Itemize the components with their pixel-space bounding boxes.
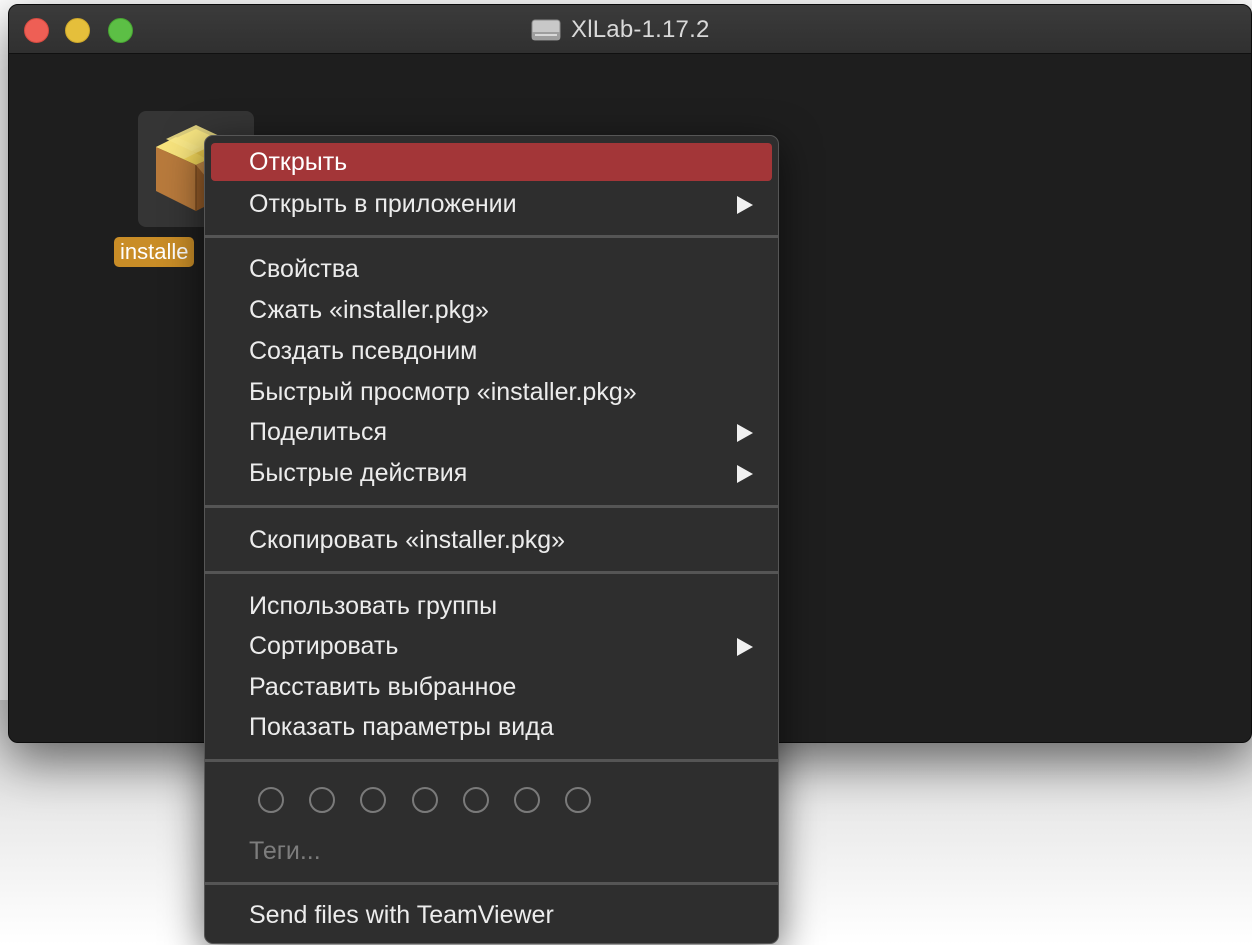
menu-item-label: Быстрые действия [249, 459, 468, 487]
menu-item-label: Скопировать «installer.pkg» [249, 526, 566, 554]
context-menu: Открыть Открыть в приложении Свойства Сж… [204, 135, 779, 944]
submenu-arrow-icon [737, 638, 753, 656]
menu-separator [205, 882, 778, 885]
menu-item-label: Создать псевдоним [249, 337, 478, 365]
menu-item-get-info[interactable]: Свойства [211, 250, 772, 288]
close-button[interactable] [24, 18, 49, 43]
window-title-group: XlLab-1.17.2 [531, 16, 710, 44]
menu-item-teamviewer[interactable]: Send files with TeamViewer [211, 896, 772, 934]
menu-item-copy[interactable]: Скопировать «installer.pkg» [211, 521, 772, 559]
menu-separator [205, 571, 778, 574]
menu-item-label: Открыть в приложении [249, 190, 517, 218]
menu-item-label: Открыть [249, 148, 348, 176]
menu-item-label: Сжать «installer.pkg» [249, 296, 489, 324]
file-name-label[interactable]: installe [114, 237, 195, 267]
minimize-button[interactable] [65, 18, 90, 43]
menu-separator [205, 759, 778, 762]
disk-image-icon [531, 19, 561, 41]
tag-color-dot[interactable] [258, 787, 284, 813]
menu-item-quick-actions[interactable]: Быстрые действия [211, 454, 772, 492]
menu-item-label: Сортировать [249, 632, 399, 660]
menu-item-label: Свойства [249, 255, 359, 283]
menu-item-make-alias[interactable]: Создать псевдоним [211, 332, 772, 370]
menu-item-label: Быстрый просмотр «installer.pkg» [249, 378, 637, 406]
tag-color-dot[interactable] [514, 787, 540, 813]
menu-item-label: Использовать группы [249, 592, 498, 620]
menu-item-open-with[interactable]: Открыть в приложении [211, 185, 772, 223]
menu-item-tags[interactable]: Теги... [249, 832, 321, 870]
maximize-button[interactable] [108, 18, 133, 43]
submenu-arrow-icon [737, 465, 753, 483]
title-bar[interactable]: XlLab-1.17.2 [9, 5, 1251, 54]
menu-item-label: Показать параметры вида [249, 713, 554, 741]
submenu-arrow-icon [737, 196, 753, 214]
tag-color-dot[interactable] [463, 787, 489, 813]
menu-item-clean-up-selection[interactable]: Расставить выбранное [211, 668, 772, 706]
window-title: XlLab-1.17.2 [571, 16, 710, 43]
tag-color-dot[interactable] [412, 787, 438, 813]
tag-color-dot[interactable] [360, 787, 386, 813]
menu-item-compress[interactable]: Сжать «installer.pkg» [211, 291, 772, 329]
menu-separator [205, 235, 778, 238]
menu-item-open[interactable]: Открыть [211, 143, 772, 181]
menu-item-quick-look[interactable]: Быстрый просмотр «installer.pkg» [211, 373, 772, 411]
menu-item-label: Поделиться [249, 418, 388, 446]
menu-item-label: Расставить выбранное [249, 673, 517, 701]
menu-separator [205, 505, 778, 508]
menu-item-use-groups[interactable]: Использовать группы [211, 587, 772, 625]
submenu-arrow-icon [737, 424, 753, 442]
menu-item-sort-by[interactable]: Сортировать [211, 627, 772, 665]
desktop: XlLab-1.17.2 installe Открыть Открыть в … [0, 0, 1252, 945]
tag-color-dot[interactable] [309, 787, 335, 813]
menu-item-share[interactable]: Поделиться [211, 413, 772, 451]
tag-color-dot[interactable] [565, 787, 591, 813]
menu-item-label: Send files with TeamViewer [249, 901, 554, 929]
menu-item-show-view-options[interactable]: Показать параметры вида [211, 708, 772, 746]
